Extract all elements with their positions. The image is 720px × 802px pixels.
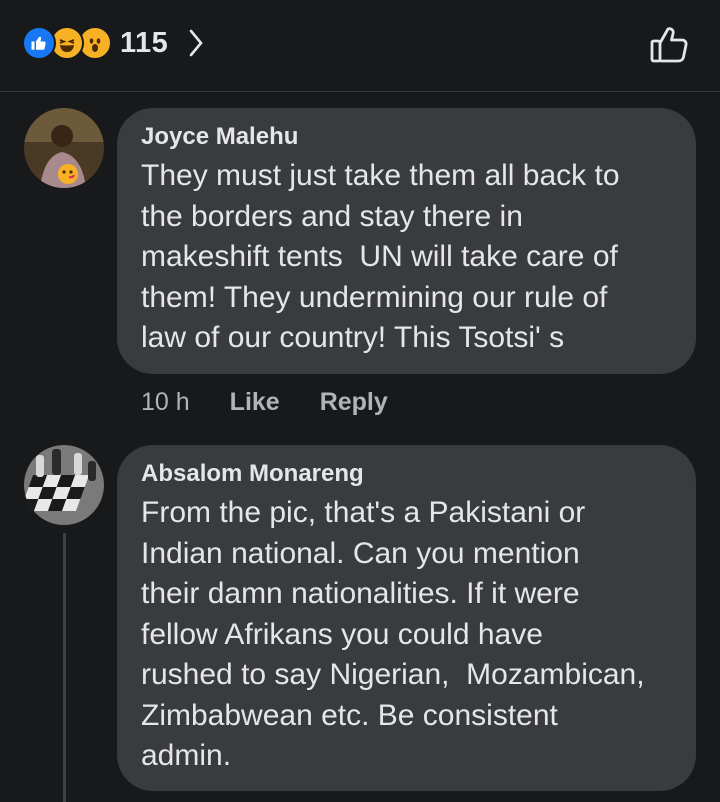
reaction-summary-bar: 115	[0, 0, 720, 91]
like-comment-button[interactable]: Like	[230, 388, 280, 417]
avatar[interactable]	[24, 108, 104, 188]
like-post-button[interactable]	[648, 23, 690, 65]
comment-author[interactable]: Absalom Monareng	[141, 459, 672, 489]
comment-text: They must just take them all back to the…	[141, 159, 620, 354]
thumbs-up-outline-icon	[650, 27, 688, 63]
comment-author[interactable]: Joyce Malehu	[141, 122, 672, 152]
profile-photo-icon	[24, 108, 104, 188]
thread-line	[63, 533, 66, 802]
comment-timestamp[interactable]: 10 h	[141, 388, 190, 417]
like-reaction-icon	[22, 26, 56, 60]
reaction-count: 115	[120, 26, 169, 59]
comment-bubble[interactable]: Joyce Malehu They must just take them al…	[117, 108, 696, 374]
comment-actions: 10 h Like Reply	[141, 388, 428, 417]
reactions-summary[interactable]: 115	[22, 26, 204, 60]
chevron-right-icon	[188, 28, 204, 58]
avatar[interactable]	[24, 445, 104, 525]
comment-bubble[interactable]: Absalom Monareng From the pic, that's a …	[117, 445, 696, 791]
comment-text: From the pic, that's a Pakistani or Indi…	[141, 496, 645, 772]
profile-photo-icon	[24, 445, 104, 525]
divider	[0, 91, 720, 92]
reply-comment-button[interactable]: Reply	[320, 388, 388, 417]
